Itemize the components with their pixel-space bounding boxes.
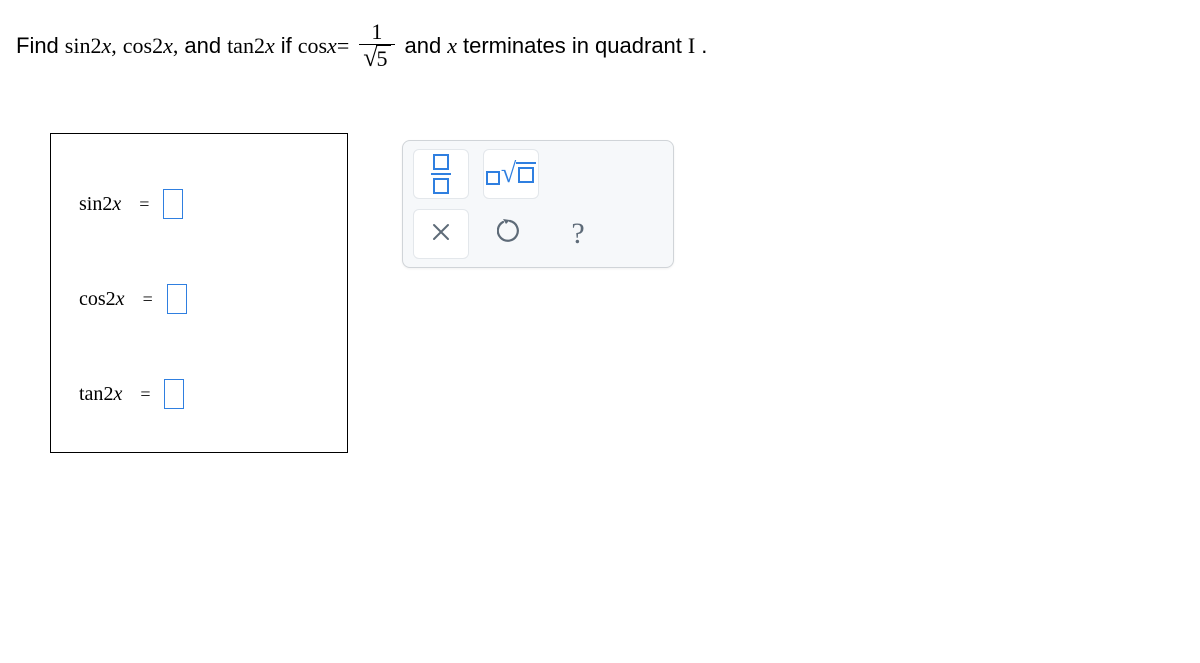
close-icon: [432, 221, 450, 247]
undo-icon: [497, 218, 523, 250]
text-find: Find: [16, 33, 59, 59]
clear-button[interactable]: [413, 209, 469, 259]
fraction-icon: [431, 154, 451, 194]
fraction-given: 1 √5: [359, 20, 394, 73]
fraction-tool-button[interactable]: [413, 149, 469, 199]
problem-statement: Find sin2x, cos2x, and tan2x if cosx= 1 …: [16, 20, 707, 73]
answer-row-tan2x: tan2x =: [79, 379, 184, 409]
cos2x-input[interactable]: [167, 284, 187, 314]
tan2x-input[interactable]: [164, 379, 184, 409]
help-icon: ?: [571, 217, 584, 251]
text-and: and: [184, 33, 221, 59]
math-toolbar: √ ?: [402, 140, 674, 268]
text-if: if: [281, 33, 292, 59]
undo-button[interactable]: [483, 210, 537, 258]
answer-row-cos2x: cos2x =: [79, 284, 187, 314]
sin2x-input[interactable]: [163, 189, 183, 219]
sqrt-tool-button[interactable]: √: [483, 149, 539, 199]
answer-box: sin2x = cos2x = tan2x =: [50, 133, 348, 453]
sqrt-icon: √: [486, 160, 536, 188]
help-button[interactable]: ?: [551, 210, 605, 258]
answer-row-sin2x: sin2x =: [79, 189, 183, 219]
